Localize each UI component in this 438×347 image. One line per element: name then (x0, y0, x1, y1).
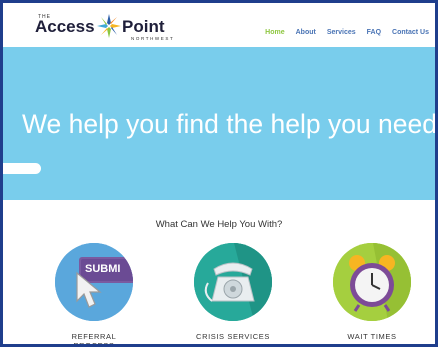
service-wait-times[interactable]: WAIT TIMES (330, 243, 414, 341)
nav-services[interactable]: Services (327, 29, 356, 36)
logo-word-point: Point (122, 17, 165, 36)
site-logo[interactable]: THE Access Point NORTHWEST (35, 11, 175, 43)
hero-headline: We help you find the help you need (22, 109, 435, 139)
alarm-clock-icon[interactable] (333, 243, 411, 321)
services-heading: What Can We Help You With? (155, 219, 283, 230)
nav-faq[interactable]: FAQ (367, 29, 381, 36)
hero-banner: We help you find the help you need (3, 47, 435, 200)
star-burst-icon (97, 14, 121, 38)
nav-contact-us[interactable]: Contact Us (392, 29, 429, 36)
slider-indicator[interactable] (3, 163, 41, 174)
site-header: THE Access Point NORTHWEST Home About Se… (3, 3, 435, 47)
nav-home[interactable]: Home (265, 29, 284, 36)
service-referral-process[interactable]: SUBMI REFERRAL PROCESS (52, 243, 136, 347)
telephone-icon[interactable] (194, 243, 272, 321)
logo-northwest: NORTHWEST (131, 36, 175, 41)
nav-about[interactable]: About (296, 29, 316, 36)
service-crisis-services[interactable]: CRISIS SERVICES (191, 243, 275, 341)
logo-word-access: Access (35, 17, 95, 36)
browser-frame: THE Access Point NORTHWEST Home About Se… (0, 0, 438, 347)
submit-badge-text: SUBMI (85, 263, 121, 275)
service-label-crisis: CRISIS SERVICES (196, 332, 270, 341)
submit-button-cursor-icon[interactable]: SUBMI (55, 243, 133, 321)
main-nav: Home About Services FAQ Contact Us (265, 29, 429, 36)
service-label-referral: REFERRAL PROCESS (71, 332, 117, 347)
service-label-wait-times: WAIT TIMES (347, 332, 397, 341)
